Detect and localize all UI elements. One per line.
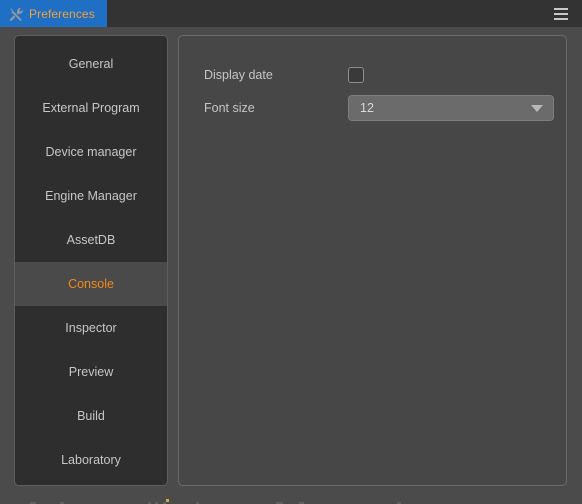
display-date-checkbox[interactable]: [348, 67, 364, 83]
sidebar-item-engine-manager[interactable]: Engine Manager: [15, 174, 167, 218]
hamburger-menu-icon[interactable]: [548, 0, 574, 27]
font-size-value: 12: [360, 101, 374, 115]
sidebar-item-console[interactable]: Console: [15, 262, 167, 306]
font-size-dropdown[interactable]: 12: [348, 95, 554, 121]
sidebar-item-device-manager[interactable]: Device manager: [15, 130, 167, 174]
font-size-row: Font size 12: [204, 93, 566, 123]
sidebar-item-laboratory[interactable]: Laboratory: [15, 438, 167, 482]
display-date-row: Display date: [204, 60, 566, 90]
console-settings-panel: Display date Font size 12: [178, 35, 567, 486]
sidebar-item-preview[interactable]: Preview: [15, 350, 167, 394]
sidebar-item-general[interactable]: General: [15, 42, 167, 86]
font-size-label: Font size: [204, 101, 255, 115]
preferences-body: General External Program Device manager …: [0, 27, 582, 504]
tab-label: Preferences: [29, 6, 95, 21]
preferences-category-list: General External Program Device manager …: [14, 35, 168, 486]
display-date-label: Display date: [204, 68, 273, 82]
hamburger-line-2: [554, 12, 568, 15]
preferences-window: Preferences General External Program Dev…: [0, 0, 582, 504]
sidebar-item-external-program[interactable]: External Program: [15, 86, 167, 130]
title-bar-spacer: [107, 0, 548, 27]
tab-preferences[interactable]: Preferences: [0, 0, 107, 31]
title-bar: Preferences: [0, 0, 582, 31]
chevron-down-icon: [531, 104, 543, 112]
sidebar-item-build[interactable]: Build: [15, 394, 167, 438]
hamburger-line-1: [554, 7, 568, 10]
tools-icon: [9, 7, 23, 21]
hamburger-line-3: [554, 17, 568, 20]
sidebar-item-assetdb[interactable]: AssetDB: [15, 218, 167, 262]
sidebar-item-inspector[interactable]: Inspector: [15, 306, 167, 350]
